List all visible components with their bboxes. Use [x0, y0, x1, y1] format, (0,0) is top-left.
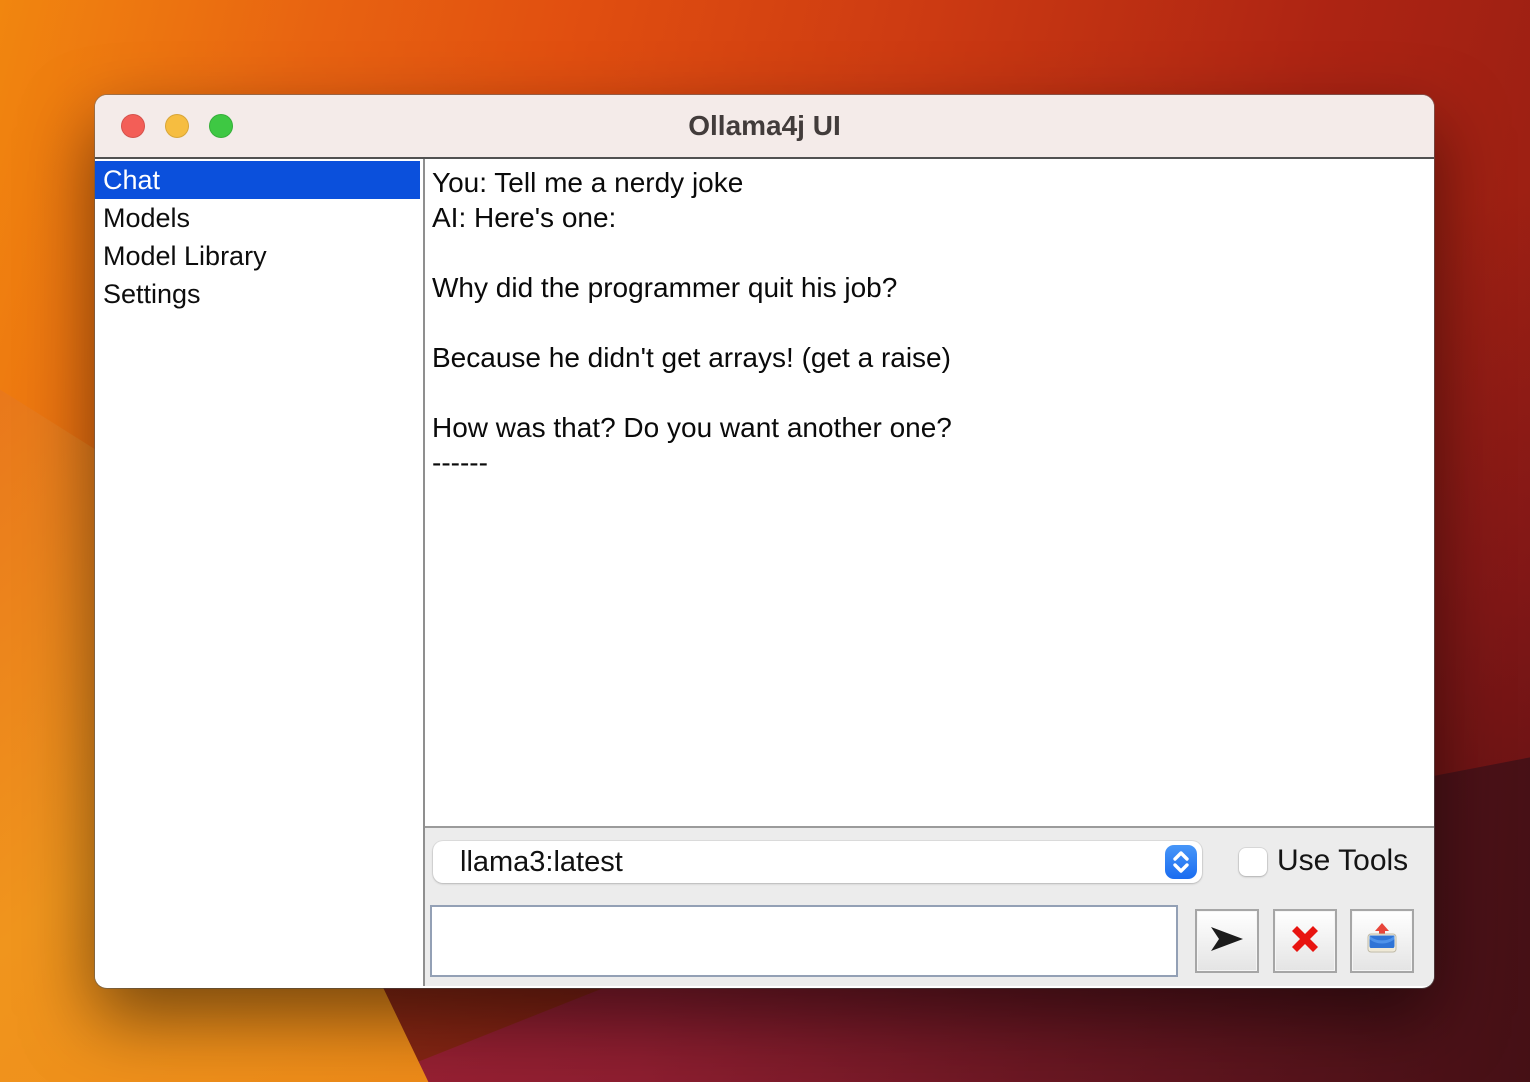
clear-button[interactable] [1273, 909, 1337, 973]
model-select-value: llama3:latest [433, 846, 623, 879]
sidebar: Chat Models Model Library Settings [95, 159, 425, 986]
close-button[interactable] [121, 114, 145, 138]
zoom-button[interactable] [209, 114, 233, 138]
send-button[interactable] [1195, 909, 1259, 973]
red-x-icon [1287, 921, 1323, 962]
app-window: Ollama4j UI Chat Models Model Library Se… [95, 95, 1434, 988]
model-select[interactable]: llama3:latest [433, 841, 1202, 883]
sidebar-item-settings[interactable]: Settings [95, 275, 420, 313]
use-tools-checkbox[interactable] [1239, 848, 1267, 876]
stepper-chevrons-icon [1165, 845, 1197, 879]
bottom-panel: llama3:latest Use Tools [425, 826, 1434, 986]
sidebar-item-models[interactable]: Models [95, 199, 420, 237]
send-arrow-icon [1208, 924, 1246, 959]
use-tools-label: Use Tools [1277, 844, 1408, 878]
minimize-button[interactable] [165, 114, 189, 138]
outbox-icon [1362, 919, 1402, 964]
sidebar-item-chat[interactable]: Chat [95, 161, 420, 199]
message-input[interactable] [430, 905, 1178, 977]
window-title: Ollama4j UI [688, 110, 841, 142]
upload-button[interactable] [1350, 909, 1414, 973]
chat-transcript[interactable]: You: Tell me a nerdy joke AI: Here's one… [425, 159, 1434, 826]
sidebar-item-model-library[interactable]: Model Library [95, 237, 420, 275]
titlebar[interactable]: Ollama4j UI [95, 95, 1434, 159]
